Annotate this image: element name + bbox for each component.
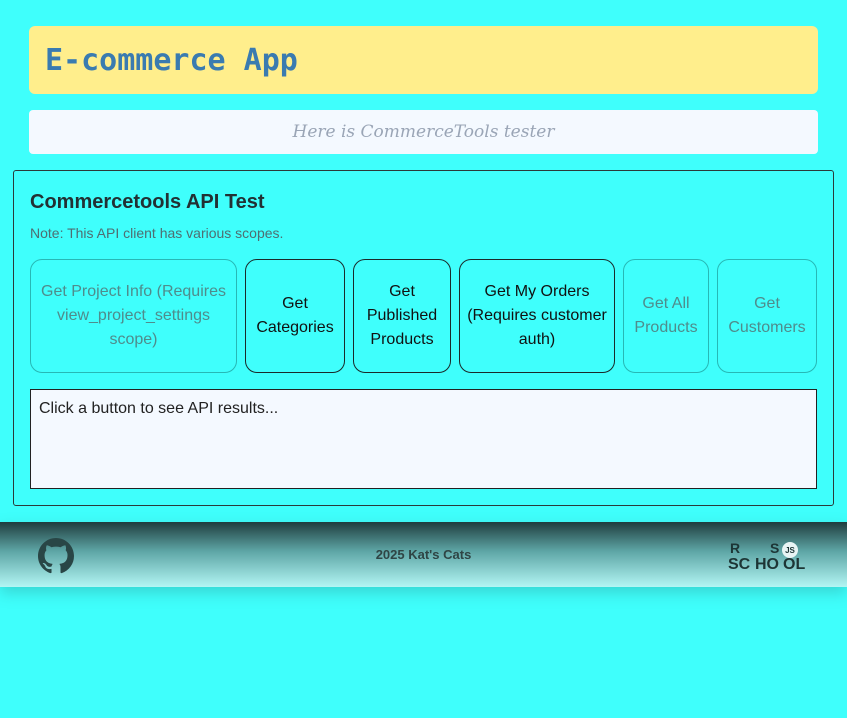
logo-letter-r: R [730, 540, 740, 556]
logo-text-ho: HO [755, 556, 779, 572]
rs-school-logo[interactable]: R S SC HO OL JS [728, 540, 812, 573]
logo-js-text: JS [785, 546, 795, 555]
get-project-info-button[interactable]: Get Project Info (Requires view_project_… [30, 259, 237, 373]
footer: 2025 Kat's Cats R S SC HO OL JS [0, 522, 847, 587]
api-test-panel: Commercetools API Test Note: This API cl… [13, 170, 834, 506]
panel-title: Commercetools API Test [30, 191, 265, 213]
app-subtitle: Here is CommerceTools tester [29, 110, 818, 154]
logo-text-ol: OL [783, 556, 805, 572]
app-header: E-commerce App [29, 26, 818, 94]
logo-letter-s: S [770, 540, 779, 556]
api-result-output: Click a button to see API results... [30, 389, 817, 489]
logo-text-sc: SC [728, 556, 751, 572]
footer-copyright: 2025 Kat's Cats [375, 547, 472, 562]
panel-note: Note: This API client has various scopes… [30, 225, 284, 241]
get-categories-button[interactable]: Get Categories [245, 259, 345, 373]
get-published-products-button[interactable]: Get Published Products [353, 259, 451, 373]
get-customers-button[interactable]: Get Customers [717, 259, 817, 373]
app-title: E-commerce App [45, 42, 298, 78]
get-all-products-button[interactable]: Get All Products [623, 259, 709, 373]
get-my-orders-button[interactable]: Get My Orders (Requires customer auth) [459, 259, 615, 373]
